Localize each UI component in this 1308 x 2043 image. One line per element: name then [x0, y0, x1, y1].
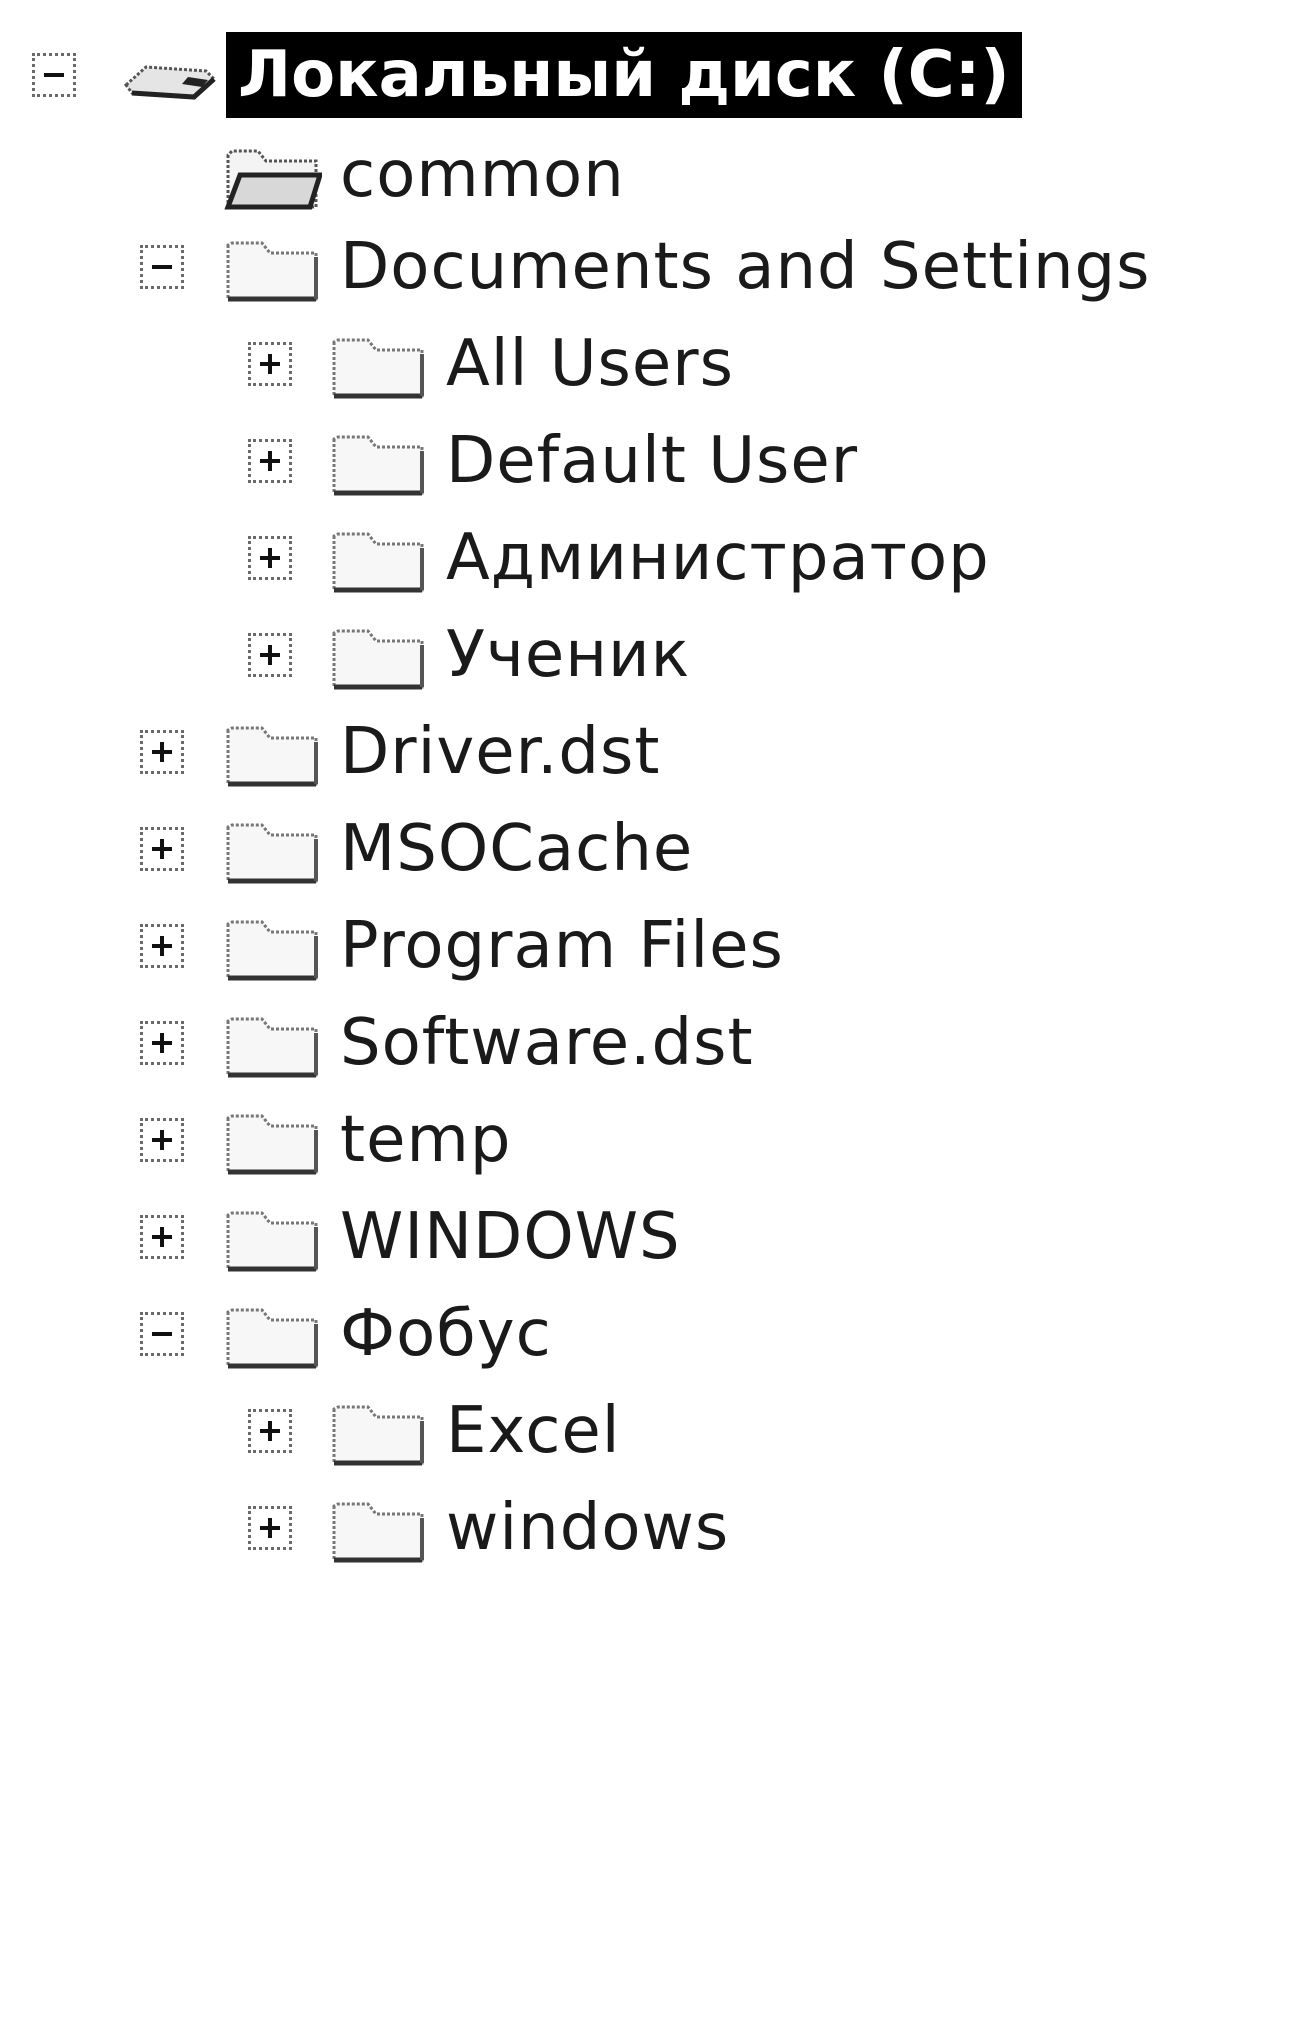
expand-toggle-icon[interactable]: [248, 1506, 292, 1550]
tree-node-driver-dst[interactable]: Driver.dst: [0, 697, 1308, 807]
tree-label[interactable]: Excel: [446, 1388, 621, 1474]
folder-open-icon: [222, 135, 322, 215]
collapse-toggle-icon[interactable]: [140, 1312, 184, 1356]
folder-icon: [222, 809, 322, 889]
expand-toggle-icon[interactable]: [248, 342, 292, 386]
drive-icon: [118, 42, 218, 122]
tree-node-msocache[interactable]: MSOCache: [0, 794, 1308, 904]
tree-label[interactable]: Program Files: [340, 903, 784, 989]
expand-toggle-icon[interactable]: [248, 536, 292, 580]
folder-icon: [222, 1294, 322, 1374]
tree-node-documents-and-settings[interactable]: Documents and Settings: [0, 212, 1308, 322]
folder-icon: [328, 324, 428, 404]
tree-label[interactable]: Фобус: [340, 1291, 552, 1377]
tree-node-temp[interactable]: temp: [0, 1085, 1308, 1195]
tree-node-administrator[interactable]: Администратор: [0, 503, 1308, 613]
expand-toggle-icon[interactable]: [140, 827, 184, 871]
folder-icon: [328, 1391, 428, 1471]
tree-node-default-user[interactable]: Default User: [0, 406, 1308, 516]
tree-label[interactable]: Администратор: [446, 515, 990, 601]
tree-label[interactable]: Software.dst: [340, 1000, 754, 1086]
tree-node-all-users[interactable]: All Users: [0, 309, 1308, 419]
expand-toggle-icon[interactable]: [248, 439, 292, 483]
tree-label[interactable]: WINDOWS: [340, 1194, 681, 1280]
tree-label[interactable]: common: [340, 132, 625, 218]
folder-icon: [222, 1003, 322, 1083]
expand-toggle-icon[interactable]: [140, 1021, 184, 1065]
expand-toggle-icon[interactable]: [140, 924, 184, 968]
collapse-toggle-icon[interactable]: [32, 53, 76, 97]
tree-label[interactable]: Ученик: [446, 612, 690, 698]
expand-toggle-icon[interactable]: [248, 633, 292, 677]
tree-node-software-dst[interactable]: Software.dst: [0, 988, 1308, 1098]
expand-toggle-icon[interactable]: [140, 730, 184, 774]
tree-node-local-disk-c[interactable]: Локальный диск (C:): [0, 20, 1308, 130]
folder-icon: [328, 615, 428, 695]
folder-icon: [328, 421, 428, 501]
tree-label[interactable]: All Users: [446, 321, 734, 407]
folder-icon: [222, 712, 322, 792]
tree-node-excel[interactable]: Excel: [0, 1376, 1308, 1486]
folder-icon: [328, 518, 428, 598]
folder-tree: Локальный диск (C:) common Documents and…: [0, 0, 1308, 2043]
tree-label[interactable]: MSOCache: [340, 806, 693, 892]
tree-label[interactable]: windows: [446, 1485, 729, 1571]
folder-icon: [222, 1100, 322, 1180]
tree-label[interactable]: Documents and Settings: [340, 224, 1151, 310]
folder-icon: [328, 1488, 428, 1568]
tree-label[interactable]: Driver.dst: [340, 709, 660, 795]
tree-node-program-files[interactable]: Program Files: [0, 891, 1308, 1001]
tree-label[interactable]: Default User: [446, 418, 858, 504]
tree-node-fobus[interactable]: Фобус: [0, 1279, 1308, 1389]
collapse-toggle-icon[interactable]: [140, 245, 184, 289]
folder-icon: [222, 227, 322, 307]
tree-node-student[interactable]: Ученик: [0, 600, 1308, 710]
folder-icon: [222, 1197, 322, 1277]
tree-node-windows-lower[interactable]: windows: [0, 1473, 1308, 1583]
folder-icon: [222, 906, 322, 986]
expand-toggle-icon[interactable]: [140, 1118, 184, 1162]
tree-node-windows-upper[interactable]: WINDOWS: [0, 1182, 1308, 1292]
tree-label[interactable]: temp: [340, 1097, 511, 1183]
expand-toggle-icon[interactable]: [248, 1409, 292, 1453]
expand-toggle-icon[interactable]: [140, 1215, 184, 1259]
tree-label-root[interactable]: Локальный диск (C:): [226, 32, 1022, 118]
